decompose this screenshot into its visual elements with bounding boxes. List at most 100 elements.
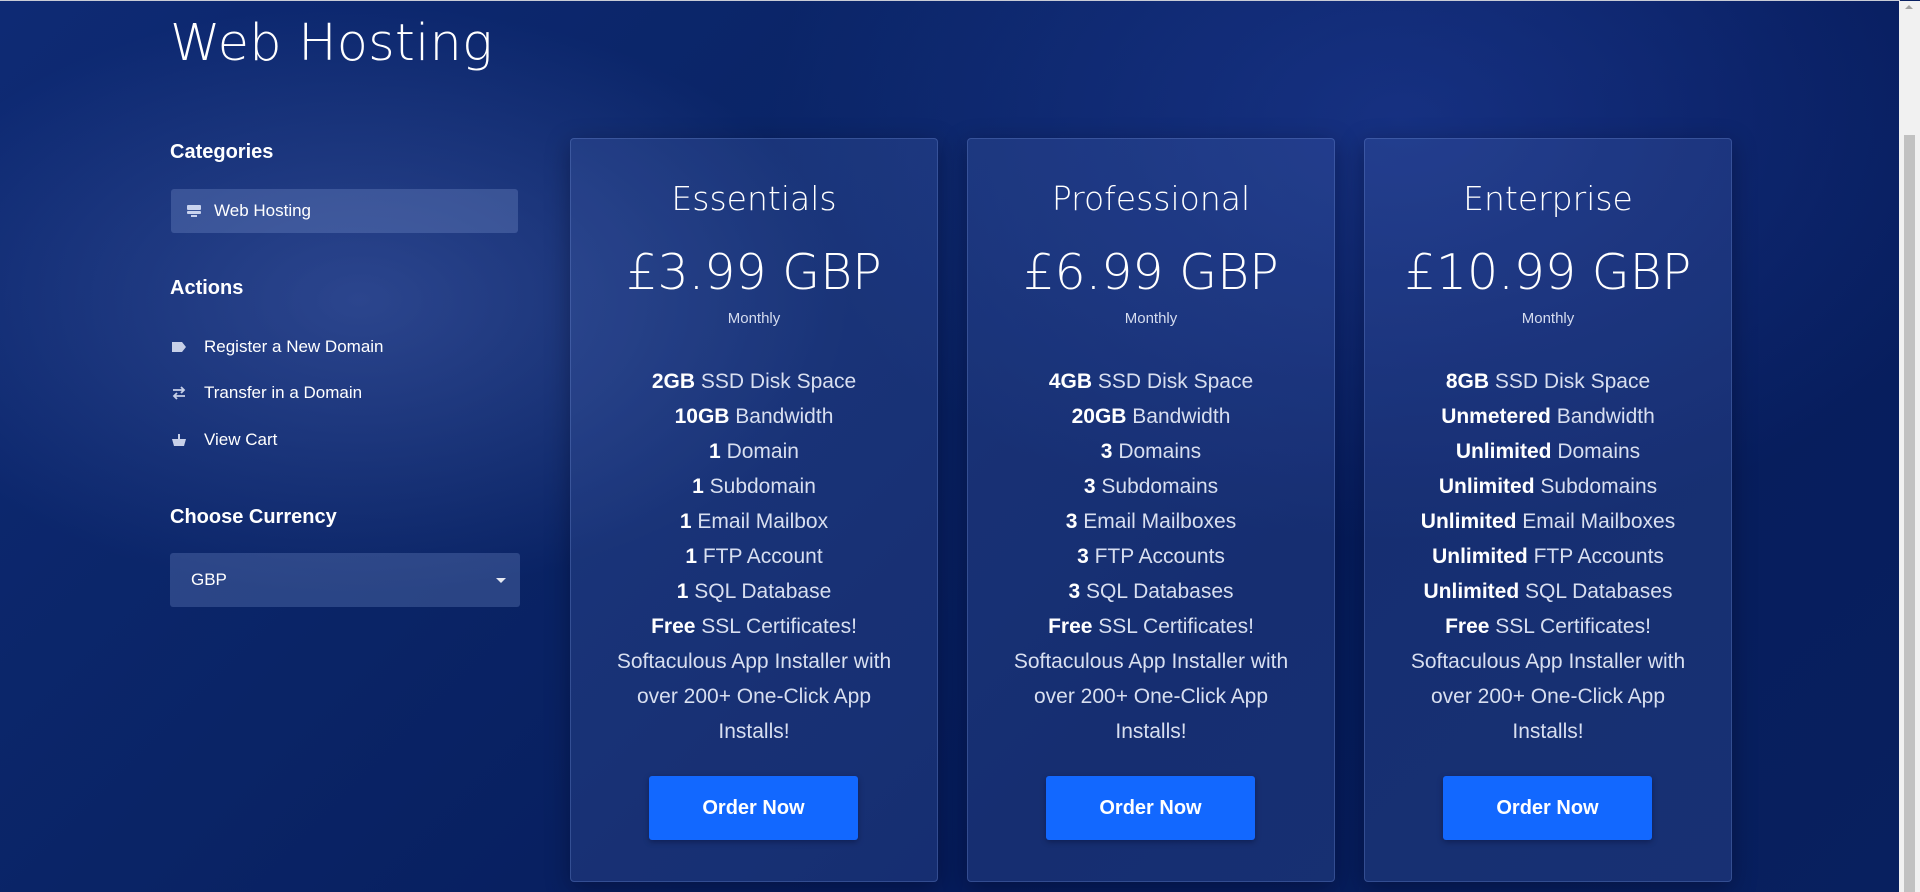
feature-item: 1 FTP Account [591, 539, 917, 574]
feature-item: 2GB SSD Disk Space [591, 364, 917, 399]
plan-name: Enterprise [1463, 179, 1633, 218]
feature-item: Softaculous App Installer with [591, 644, 917, 679]
feature-item: Unlimited Domains [1385, 434, 1711, 469]
feature-quantity: 3 [1100, 440, 1113, 463]
feature-quantity: 3 [1077, 545, 1089, 568]
feature-text: SSD Disk Space [695, 370, 857, 393]
order-now-button[interactable]: Order Now [649, 776, 858, 840]
action-label: Register a New Domain [204, 337, 384, 356]
feature-item: 1 Email Mailbox [591, 504, 917, 539]
tag-icon [170, 338, 188, 356]
feature-item: Free SSL Certificates! [591, 609, 917, 644]
plan-card-essentials: Essentials £3.99 GBP Monthly 2GB SSD Dis… [570, 138, 938, 882]
scrollbar-thumb[interactable] [1904, 135, 1915, 892]
feature-quantity: 2GB [651, 370, 696, 393]
page-scrollbar[interactable] [1899, 1, 1920, 892]
feature-text: FTP Accounts [1088, 545, 1225, 568]
categories-heading: Categories [170, 141, 274, 163]
action-transfer-domain[interactable]: Transfer in a Domain [170, 381, 362, 405]
feature-item: 4GB SSD Disk Space [988, 364, 1314, 399]
feature-text: Email Mailboxes [1516, 510, 1676, 533]
category-web-hosting[interactable]: Web Hosting [171, 189, 518, 233]
currency-select[interactable]: GBP [170, 553, 520, 607]
feature-list: 8GB SSD Disk Space Unmetered Bandwidth Unl… [1385, 364, 1711, 749]
action-register-domain[interactable]: Register a New Domain [170, 335, 384, 359]
billing-cycle: Monthly [1521, 310, 1575, 327]
feature-item: 3 FTP Accounts [988, 539, 1314, 574]
feature-quantity: 1 [685, 545, 697, 568]
feature-text: SQL Databases [1080, 580, 1234, 603]
feature-quantity: 1 [676, 580, 689, 603]
feature-list: 4GB SSD Disk Space 20GB Bandwidth 3 Domain… [988, 364, 1314, 749]
feature-item: Unlimited Subdomains [1385, 469, 1711, 504]
feature-text: FTP Account [697, 545, 823, 568]
feature-item: Unmetered Bandwidth [1385, 399, 1711, 434]
feature-item: Free SSL Certificates! [1385, 609, 1711, 644]
feature-item: 1 Domain [591, 434, 917, 469]
feature-text: over 200+ One-Click App [1033, 685, 1269, 708]
feature-text: Email Mailbox [691, 510, 829, 533]
feature-quantity: Unlimited [1432, 545, 1528, 568]
feature-text: Subdomains [1534, 475, 1658, 498]
window-top-border [0, 0, 1900, 1]
feature-text: Softaculous App Installer with [1013, 650, 1289, 673]
plan-name: Professional [1051, 179, 1251, 218]
feature-quantity: Unlimited [1420, 510, 1517, 533]
feature-text: SQL Databases [1519, 580, 1673, 603]
feature-text: Bandwidth [1126, 405, 1231, 428]
order-now-button[interactable]: Order Now [1046, 776, 1255, 840]
feature-text: Bandwidth [729, 405, 834, 428]
feature-item: 3 SQL Databases [988, 574, 1314, 609]
category-label: Web Hosting [214, 201, 312, 220]
page-title: Web Hosting [170, 14, 493, 73]
feature-text: SSD Disk Space [1092, 370, 1254, 393]
feature-text: SQL Database [688, 580, 832, 603]
feature-text: Domain [720, 440, 799, 463]
action-view-cart[interactable]: View Cart [170, 428, 277, 452]
feature-item: Softaculous App Installer with [988, 644, 1314, 679]
feature-item: 10GB Bandwidth [591, 399, 917, 434]
order-now-button[interactable]: Order Now [1443, 776, 1652, 840]
feature-item: over 200+ One-Click App [988, 679, 1314, 714]
feature-text: Softaculous App Installer with [616, 650, 892, 673]
feature-item: 3 Subdomains [988, 469, 1314, 504]
billing-cycle: Monthly [727, 310, 781, 327]
feature-text: Installs! [1512, 720, 1584, 743]
feature-item: 1 Subdomain [591, 469, 917, 504]
feature-quantity: 20GB [1071, 405, 1127, 428]
feature-text: SSL Certificates! [1489, 615, 1651, 638]
server-icon [185, 203, 203, 219]
feature-item: Unlimited SQL Databases [1385, 574, 1711, 609]
feature-item: Free SSL Certificates! [988, 609, 1314, 644]
feature-text: SSL Certificates! [1092, 615, 1254, 638]
feature-text: Installs! [718, 720, 790, 743]
feature-item: Softaculous App Installer with [1385, 644, 1711, 679]
plan-price: £3.99 GBP [626, 244, 882, 301]
action-label: Transfer in a Domain [204, 383, 363, 402]
feature-text: Domains [1112, 440, 1202, 463]
feature-item: Unlimited FTP Accounts [1385, 539, 1711, 574]
feature-text: over 200+ One-Click App [1430, 685, 1666, 708]
feature-text: Domains [1551, 440, 1641, 463]
feature-item: 3 Email Mailboxes [988, 504, 1314, 539]
feature-item: 3 Domains [988, 434, 1314, 469]
plan-card-professional: Professional £6.99 GBP Monthly 4GB SSD D… [967, 138, 1335, 882]
feature-quantity: 3 [1083, 475, 1096, 498]
feature-item: over 200+ One-Click App [1385, 679, 1711, 714]
feature-text: over 200+ One-Click App [636, 685, 872, 708]
feature-quantity: Unlimited [1423, 580, 1520, 603]
feature-quantity: 3 [1065, 510, 1078, 533]
plan-price: £6.99 GBP [1023, 244, 1279, 301]
feature-text: Subdomain [703, 475, 816, 498]
scroll-up-arrow-icon[interactable] [1905, 5, 1913, 9]
chevron-down-icon [496, 577, 506, 583]
cart-icon [170, 431, 188, 449]
feature-item: 20GB Bandwidth [988, 399, 1314, 434]
feature-list: 2GB SSD Disk Space 10GB Bandwidth 1 Domain… [591, 364, 917, 749]
feature-text: Installs! [1115, 720, 1187, 743]
feature-item: 1 SQL Database [591, 574, 917, 609]
currency-value: GBP [191, 570, 227, 589]
currency-heading: Choose Currency [170, 506, 337, 528]
plan-card-enterprise: Enterprise £10.99 GBP Monthly 8GB SSD Di… [1364, 138, 1732, 882]
feature-quantity: 1 [709, 440, 721, 463]
